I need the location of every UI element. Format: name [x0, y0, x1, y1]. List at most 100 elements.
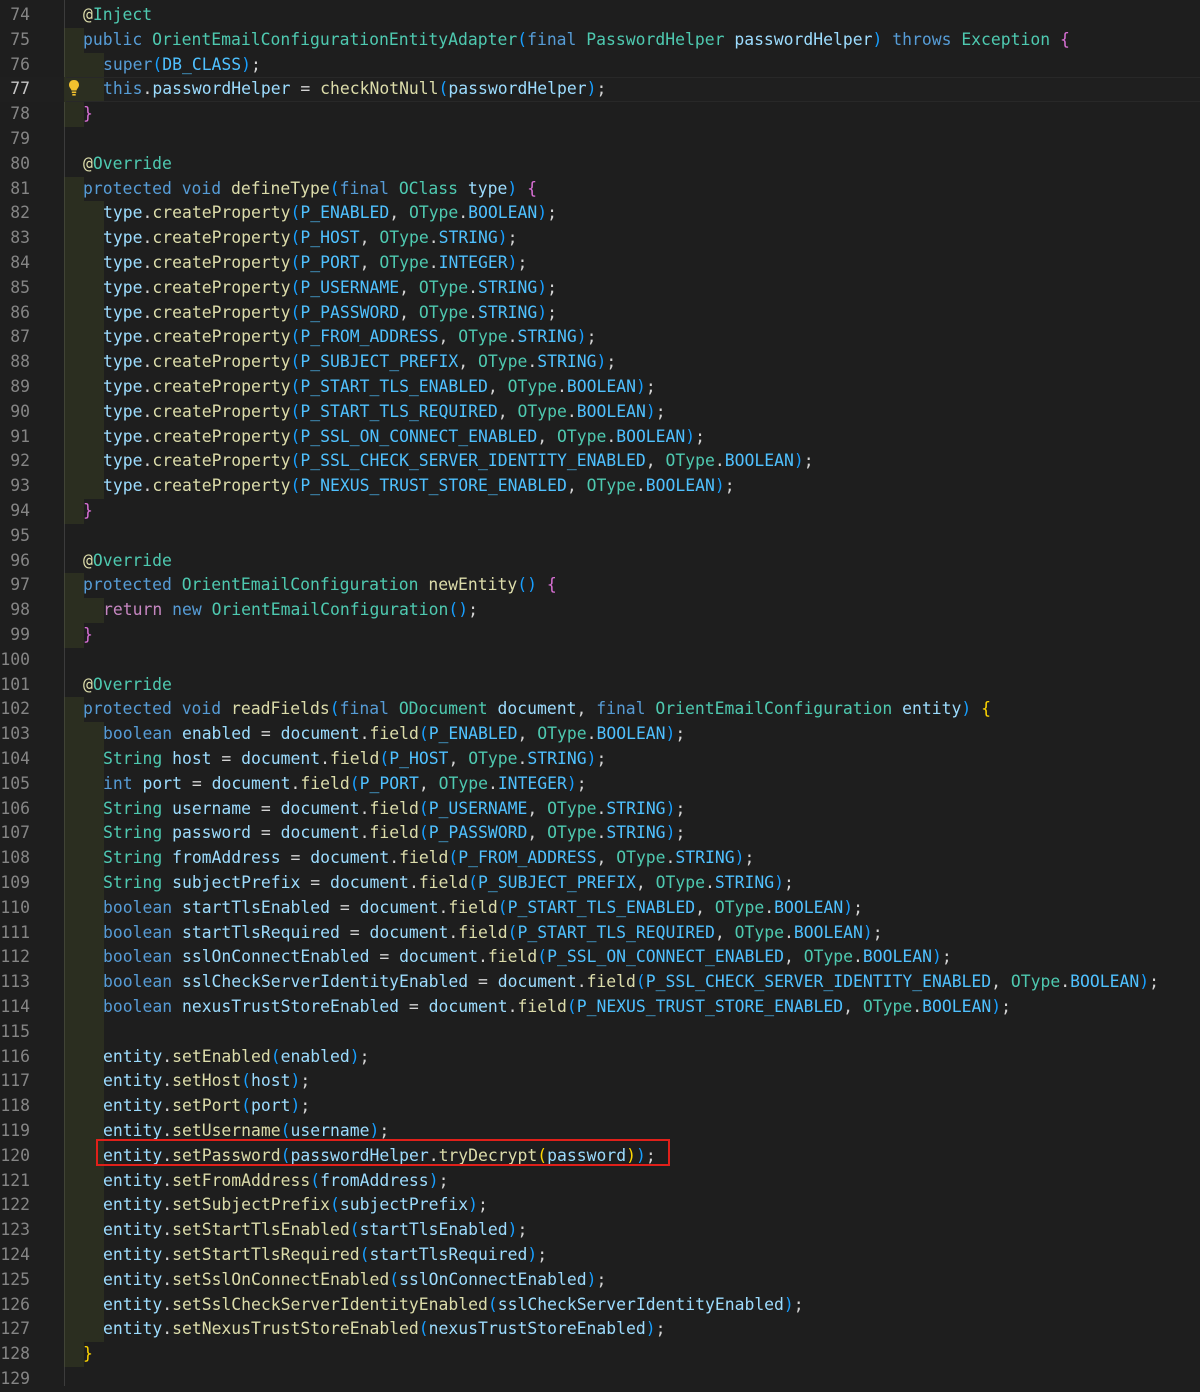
code-text: entity.setNexusTrustStoreEnabled(nexusTr…: [103, 1317, 666, 1342]
code-line[interactable]: 102 protected void readFields(final ODocu…: [0, 697, 1200, 723]
code-line[interactable]: 100: [0, 648, 1200, 673]
line-number: 107: [0, 823, 30, 843]
code-token: sslOnConnectEnabled: [181, 947, 370, 967]
code-line[interactable]: 96 @Override: [0, 549, 1200, 574]
code-token: final: [596, 699, 656, 719]
code-line[interactable]: 122 entity.setSubjectPrefix(subjectPrefix…: [0, 1193, 1200, 1219]
code-token: STRING: [478, 302, 538, 322]
code-line[interactable]: 108 String fromAddress = document.field(P…: [0, 846, 1200, 871]
code-line[interactable]: 114 boolean nexusTrustStoreEnabled = docu…: [0, 995, 1200, 1020]
code-token: ;: [783, 873, 794, 892]
code-line[interactable]: 80 @Override: [0, 152, 1200, 177]
code-line[interactable]: 110 boolean startTlsEnabled = document.fi…: [0, 895, 1200, 921]
code-token: P_ENABLED: [428, 724, 518, 744]
code-line[interactable]: 84 type.createProperty(P_PORT, OType.INTE…: [0, 251, 1200, 276]
code-text: @Override: [83, 152, 172, 177]
code-line[interactable]: 83 type.createProperty(P_HOST, OType.STRI…: [0, 226, 1200, 251]
code-text: entity.setStartTlsEnabled(startTlsEnable…: [103, 1218, 527, 1243]
line-number: 78: [10, 104, 30, 124]
code-line[interactable]: 77 this.passwordHelper = checkNotNull(pas…: [0, 77, 1200, 103]
code-line[interactable]: 118 entity.setPort(port);: [0, 1094, 1200, 1119]
code-token: .: [448, 922, 459, 942]
code-token: ;: [300, 1071, 311, 1091]
code-line[interactable]: 128}: [0, 1342, 1200, 1367]
code-line[interactable]: 112 boolean sslOnConnectEnabled = documen…: [0, 945, 1200, 971]
code-line[interactable]: 104 String host = document.field(P_HOST, …: [0, 747, 1200, 772]
code-line[interactable]: 78}: [0, 102, 1200, 127]
code-token: ): [991, 997, 1002, 1016]
code-token: ): [537, 277, 548, 297]
code-line[interactable]: 89 type.createProperty(P_START_TLS_ENABLE…: [0, 375, 1200, 400]
code-line[interactable]: 75 public OrientEmailConfigurationEntityA…: [0, 27, 1200, 53]
code-line[interactable]: 95: [0, 524, 1200, 549]
code-line[interactable]: 88 type.createProperty(P_SUBJECT_PREFIX, …: [0, 350, 1200, 375]
code-token: ;: [675, 798, 686, 818]
code-token: P_USERNAME: [300, 277, 400, 297]
code-line[interactable]: 76 super(DB_CLASS);: [0, 52, 1200, 78]
code-line[interactable]: 85 type.createProperty(P_USERNAME, OType.…: [0, 275, 1200, 301]
code-token: .: [1060, 972, 1071, 992]
code-token: field: [586, 972, 636, 992]
code-line[interactable]: 116 entity.setEnabled(enabled);: [0, 1044, 1200, 1070]
code-line[interactable]: 99}: [0, 623, 1200, 648]
code-token: P_FROM_ADDRESS: [300, 327, 439, 347]
code-line[interactable]: 109 String subjectPrefix = document.field…: [0, 871, 1200, 896]
code-line[interactable]: 123 entity.setStartTlsEnabled(startTlsEna…: [0, 1218, 1200, 1243]
code-line[interactable]: 127 entity.setNexusTrustStoreEnabled(nexu…: [0, 1317, 1200, 1343]
code-token: =: [339, 922, 370, 942]
code-line[interactable]: 117 entity.setHost(host);: [0, 1069, 1200, 1095]
code-line[interactable]: 103 boolean enabled = document.field(P_EN…: [0, 722, 1200, 747]
code-line[interactable]: 94}: [0, 499, 1200, 524]
code-line[interactable]: 105 int port = document.field(P_PORT, OTy…: [0, 771, 1200, 797]
indent-guide: [64, 796, 84, 822]
code-token: type: [103, 426, 143, 446]
line-number: 110: [0, 897, 30, 917]
code-line[interactable]: 126 entity.setSslCheckServerIdentityEnabl…: [0, 1292, 1200, 1318]
code-text: }: [83, 102, 93, 127]
indent-guide: [84, 771, 104, 797]
line-number: 115: [0, 1021, 30, 1041]
code-line[interactable]: 82 type.createProperty(P_ENABLED, OType.B…: [0, 201, 1200, 227]
code-text: boolean startTlsRequired = document.fiel…: [103, 921, 883, 946]
code-token: =: [468, 972, 498, 992]
code-token: P_SSL_ON_CONNECT_ENABLED: [547, 947, 784, 967]
code-line[interactable]: 92 type.createProperty(P_SSL_CHECK_SERVER…: [0, 449, 1200, 475]
code-line[interactable]: 129: [0, 1367, 1200, 1392]
code-line[interactable]: 97 protected OrientEmailConfiguration new…: [0, 573, 1200, 599]
code-token: type: [103, 352, 143, 372]
code-line[interactable]: 101 @Override: [0, 673, 1200, 698]
code-token: P_SUBJECT_PREFIX: [478, 873, 636, 892]
code-line[interactable]: 74 @Inject: [0, 3, 1200, 28]
code-line[interactable]: 86 type.createProperty(P_PASSWORD, OType.…: [0, 300, 1200, 326]
code-line[interactable]: 90 type.createProperty(P_START_TLS_REQUIR…: [0, 399, 1200, 425]
code-token: ): [961, 699, 972, 719]
code-line[interactable]: 79: [0, 127, 1200, 152]
code-line[interactable]: 125 entity.setSslOnConnectEnabled(sslOnCo…: [0, 1267, 1200, 1293]
code-token: document: [369, 922, 449, 942]
code-line[interactable]: 124 entity.setStartTlsRequired(startTlsRe…: [0, 1243, 1200, 1268]
code-line[interactable]: 98 return new OrientEmailConfiguration();: [0, 598, 1200, 623]
line-number: 85: [10, 277, 30, 297]
indent-guide: [84, 970, 104, 995]
lightbulb-icon[interactable]: [68, 79, 80, 97]
line-number: 76: [10, 54, 30, 74]
code-line[interactable]: 81 protected void defineType(final OClass…: [0, 176, 1200, 202]
code-line[interactable]: 111 boolean startTlsRequired = document.f…: [0, 920, 1200, 946]
code-line[interactable]: 93 type.createProperty(P_NEXUS_TRUST_STOR…: [0, 474, 1200, 499]
code-token: setPort: [172, 1096, 242, 1116]
code-token: void: [181, 178, 232, 198]
code-line[interactable]: 115: [0, 1019, 1200, 1045]
code-line[interactable]: 87 type.createProperty(P_FROM_ADDRESS, OT…: [0, 325, 1200, 351]
code-token: Override: [92, 550, 172, 570]
code-line[interactable]: 113 boolean sslCheckServerIdentityEnabled…: [0, 970, 1200, 995]
code-line[interactable]: 91 type.createProperty(P_SSL_ON_CONNECT_E…: [0, 424, 1200, 450]
indent-guide: [84, 1267, 104, 1293]
code-line[interactable]: 106 String username = document.field(P_US…: [0, 796, 1200, 822]
code-token: ,: [645, 451, 666, 471]
code-token: .: [142, 203, 153, 223]
code-token: DB_CLASS: [162, 54, 242, 74]
code-line[interactable]: 121 entity.setFromAddress(fromAddress);: [0, 1168, 1200, 1194]
code-line[interactable]: 107 String password = document.field(P_PA…: [0, 821, 1200, 847]
code-token: type: [103, 228, 143, 248]
code-editor[interactable]: 74 @Inject 75 public OrientEmailConfigurati…: [0, 0, 1200, 1388]
